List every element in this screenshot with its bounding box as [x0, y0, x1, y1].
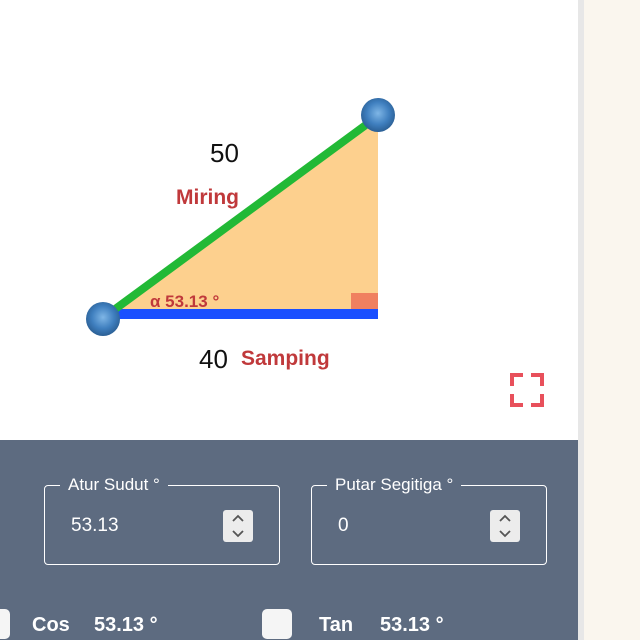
scrollbar[interactable]	[578, 0, 584, 640]
triangle-canvas: 50 Miring α 53.13 ° 40 Samping	[0, 0, 578, 440]
rotate-increment-button[interactable]	[490, 510, 520, 526]
chevron-down-icon	[499, 530, 511, 538]
chevron-up-icon	[499, 514, 511, 522]
rotate-field-label: Putar Segitiga °	[327, 475, 462, 495]
angle-field: Atur Sudut °	[44, 475, 280, 565]
rotate-spinner[interactable]	[490, 510, 520, 542]
trig-function-row: Cos 53.13 ° Tan 53.13 °	[0, 608, 578, 640]
hypotenuse-label: Miring	[176, 186, 239, 209]
angle-increment-button[interactable]	[223, 510, 253, 526]
expand-icon	[510, 373, 544, 407]
angle-alpha-label: α 53.13 °	[150, 292, 220, 311]
angle-spinner[interactable]	[223, 510, 253, 542]
rotate-decrement-button[interactable]	[490, 526, 520, 542]
cos-value: 53.13 °	[94, 614, 158, 636]
angle-field-label: Atur Sudut °	[60, 475, 168, 495]
tan-label: Tan	[319, 614, 354, 636]
rotate-field: Putar Segitiga °	[311, 475, 547, 565]
vertex-handle-top[interactable]	[361, 98, 395, 132]
control-panel: Atur Sudut ° Putar Segitiga °	[0, 440, 578, 640]
adjacent-label: Samping	[241, 347, 330, 370]
vertex-handle-origin[interactable]	[86, 302, 120, 336]
app-window: 50 Miring α 53.13 ° 40 Samping Atur Sudu…	[0, 0, 578, 640]
angle-input[interactable]	[71, 508, 211, 544]
angle-decrement-button[interactable]	[223, 526, 253, 542]
triangle-drawing	[86, 98, 395, 336]
chevron-down-icon	[232, 530, 244, 538]
cos-label: Cos	[32, 614, 70, 636]
tan-value: 53.13 °	[380, 614, 444, 636]
chevron-up-icon	[232, 514, 244, 522]
hypotenuse-length: 50	[210, 138, 239, 168]
adjacent-length: 40	[199, 344, 228, 374]
fullscreen-button[interactable]	[509, 372, 545, 408]
rotate-input[interactable]	[338, 508, 478, 544]
cos-checkbox[interactable]	[0, 609, 10, 639]
tan-checkbox[interactable]	[262, 609, 292, 639]
